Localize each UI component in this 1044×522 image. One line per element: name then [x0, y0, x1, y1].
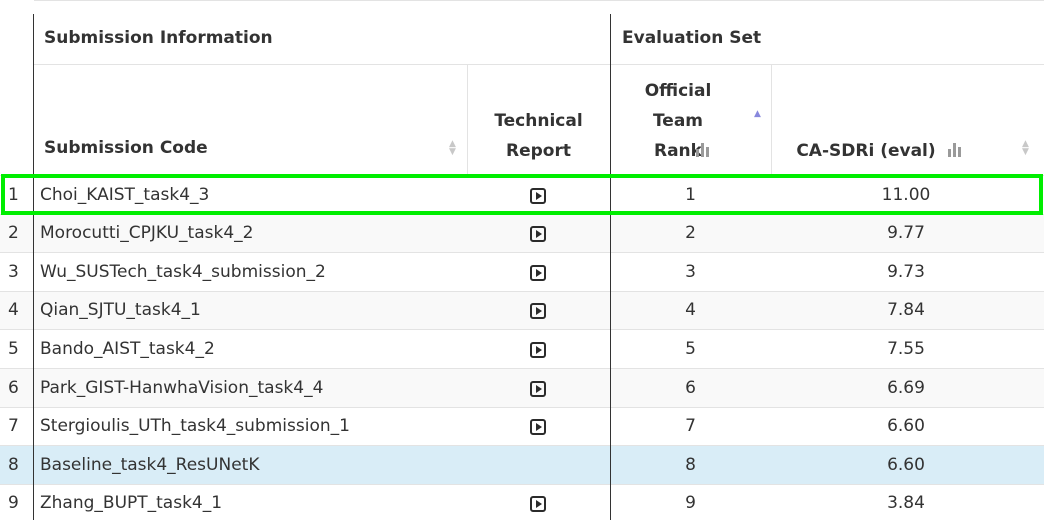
- report-pdf-icon[interactable]: [530, 341, 546, 358]
- ca-sdri-value: 9.73: [887, 261, 925, 282]
- ca-sdri-value: 6.60: [887, 454, 925, 475]
- table-row: 6 Park_GIST-HanwhaVision_task4_4 6 6.69: [0, 368, 1044, 407]
- ca-sdri-value: 6.60: [887, 416, 925, 436]
- ca-sdri-value: 3.84: [887, 493, 925, 513]
- sort-ascending-icon: ▲: [754, 109, 761, 119]
- row-index: 3: [8, 261, 19, 282]
- table-row: 8 Baseline_task4_ResUNetK 8 6.60: [0, 445, 1044, 484]
- official-rank: 6: [685, 377, 696, 398]
- column-header-technical-report[interactable]: Technical Report: [467, 64, 610, 175]
- official-rank: 8: [685, 454, 696, 475]
- report-pdf-icon[interactable]: [530, 419, 546, 435]
- bar-chart-icon[interactable]: [696, 143, 712, 157]
- table-row: 2 Morocutti_CPJKU_task4_2 2 9.77: [0, 214, 1044, 252]
- results-table: Submission Information Evaluation Set Su…: [0, 0, 1044, 522]
- official-rank: 5: [685, 338, 696, 359]
- column-header-submission-code[interactable]: Submission Code ▲ ▼: [34, 64, 467, 175]
- group-header-evaluation: Evaluation Set: [622, 28, 762, 48]
- official-rank: 3: [685, 261, 696, 282]
- sort-icon: ▲ ▼: [1022, 139, 1029, 157]
- highlight-box: [1, 174, 1043, 215]
- index-column-divider: [33, 14, 34, 520]
- row-index: 2: [8, 223, 19, 243]
- submission-code: Zhang_BUPT_task4_1: [40, 493, 223, 513]
- sort-icon: ▲ ▼: [449, 139, 456, 157]
- report-pdf-icon[interactable]: [530, 380, 546, 397]
- table-row: 5 Bando_AIST_task4_2 5 7.55: [0, 329, 1044, 368]
- ca-sdri-value: 7.84: [887, 300, 925, 320]
- column-header-ca-sdri[interactable]: CA-SDRi (eval) ▲ ▼: [771, 64, 1044, 175]
- column-header-label: CA-SDRi (eval): [796, 141, 936, 161]
- table-row: 4 Qian_SJTU_task4_1 4 7.84: [0, 291, 1044, 329]
- ca-sdri-value: 9.77: [887, 223, 925, 243]
- report-pdf-icon[interactable]: [530, 496, 546, 512]
- table-row: 3 Wu_SUSTech_task4_submission_2 3 9.73: [0, 252, 1044, 291]
- ca-sdri-value: 7.55: [887, 338, 925, 359]
- submission-code: Park_GIST-HanwhaVision_task4_4: [40, 377, 324, 398]
- column-header-official-team-rank[interactable]: Official Team Rank ▲: [610, 64, 771, 175]
- bar-chart-icon[interactable]: [948, 143, 964, 157]
- row-index: 8: [8, 454, 19, 475]
- table-top-border: [34, 0, 1044, 1]
- official-rank: 2: [685, 223, 696, 243]
- submission-code: Stergioulis_UTh_task4_submission_1: [40, 416, 350, 436]
- row-index: 5: [8, 338, 19, 359]
- row-index: 7: [8, 416, 19, 436]
- report-pdf-icon[interactable]: [530, 226, 546, 242]
- column-header-label: Submission Code: [44, 138, 208, 158]
- official-rank: 7: [685, 416, 696, 436]
- row-index: 9: [8, 493, 19, 513]
- ca-sdri-value: 6.69: [887, 377, 925, 398]
- submission-code: Wu_SUSTech_task4_submission_2: [40, 261, 326, 282]
- row-index: 6: [8, 377, 19, 398]
- report-pdf-icon[interactable]: [530, 303, 546, 319]
- submission-code: Morocutti_CPJKU_task4_2: [40, 223, 254, 243]
- table-row: 9 Zhang_BUPT_task4_1 9 3.84: [0, 484, 1044, 522]
- submission-code: Bando_AIST_task4_2: [40, 338, 215, 359]
- group-column-divider: [610, 14, 611, 520]
- column-header-label: Technical Report: [494, 111, 583, 161]
- submission-code: Qian_SJTU_task4_1: [40, 300, 201, 320]
- column-header-label: Official Team Rank: [644, 81, 712, 161]
- official-rank: 4: [685, 300, 696, 320]
- group-header-submission: Submission Information: [44, 28, 273, 48]
- report-pdf-icon[interactable]: [530, 264, 546, 281]
- official-rank: 9: [685, 493, 696, 513]
- table-row: 7 Stergioulis_UTh_task4_submission_1 7 6.60: [0, 407, 1044, 445]
- row-index: 4: [8, 300, 19, 320]
- submission-code: Baseline_task4_ResUNetK: [40, 454, 260, 475]
